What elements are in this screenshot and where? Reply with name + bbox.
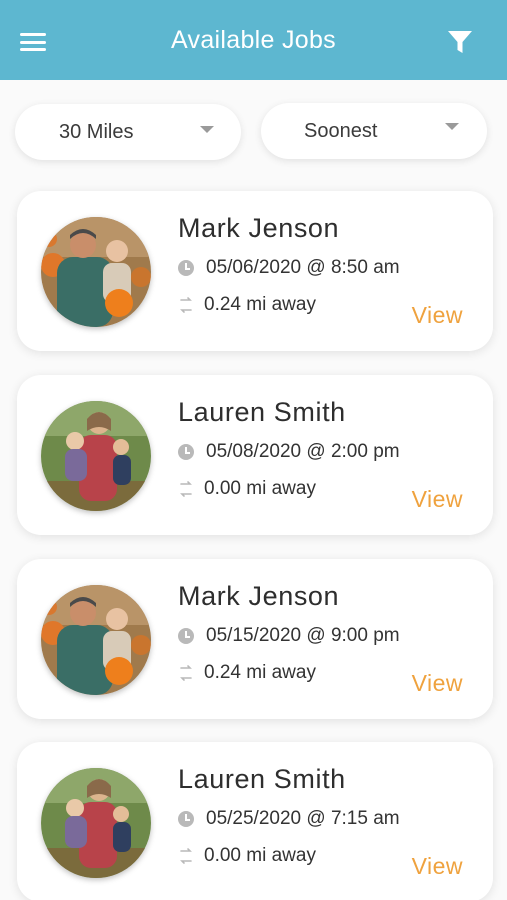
avatar-photo-woman xyxy=(41,768,151,878)
sort-dropdown[interactable]: Soonest xyxy=(261,103,487,159)
view-job-button[interactable]: View xyxy=(412,670,463,697)
job-card[interactable]: Lauren Smith 05/08/2020 @ 2:00 pm 0.00 m… xyxy=(17,375,493,535)
view-job-button[interactable]: View xyxy=(412,302,463,329)
job-datetime: 05/15/2020 @ 9:00 pm xyxy=(206,625,400,646)
job-card[interactable]: Mark Jenson 05/15/2020 @ 9:00 pm 0.24 mi… xyxy=(17,559,493,719)
distance-dropdown[interactable]: 30 Miles xyxy=(15,104,241,160)
view-job-button[interactable]: View xyxy=(412,853,463,880)
job-distance: 0.00 mi away xyxy=(204,478,316,499)
avatar xyxy=(41,401,151,511)
avatar-photo-man xyxy=(41,585,151,695)
job-distance: 0.00 mi away xyxy=(204,845,316,866)
sort-dropdown-value: Soonest xyxy=(304,119,378,142)
avatar-photo-woman xyxy=(41,401,151,511)
job-card[interactable]: Mark Jenson 05/06/2020 @ 8:50 am 0.24 mi… xyxy=(17,191,493,351)
route-icon xyxy=(180,848,192,864)
distance-dropdown-value: 30 Miles xyxy=(59,120,134,143)
page-title: Available Jobs xyxy=(171,25,336,54)
clock-icon xyxy=(178,260,194,276)
hamburger-menu-icon[interactable] xyxy=(20,33,46,51)
view-job-button[interactable]: View xyxy=(412,486,463,513)
avatar xyxy=(41,768,151,878)
job-distance-row: 0.00 mi away xyxy=(178,845,316,867)
clock-icon xyxy=(178,444,194,460)
job-name: Lauren Smith xyxy=(178,397,346,427)
job-card[interactable]: Lauren Smith 05/25/2020 @ 7:15 am 0.00 m… xyxy=(17,742,493,900)
job-distance-row: 0.24 mi away xyxy=(178,294,316,316)
job-distance-row: 0.24 mi away xyxy=(178,662,316,684)
app-header: Available Jobs xyxy=(0,0,507,80)
clock-icon xyxy=(178,811,194,827)
job-distance: 0.24 mi away xyxy=(204,662,316,683)
job-datetime: 05/06/2020 @ 8:50 am xyxy=(206,257,400,278)
job-datetime: 05/08/2020 @ 2:00 pm xyxy=(206,441,400,462)
job-distance: 0.24 mi away xyxy=(204,294,316,315)
filter-icon[interactable] xyxy=(447,30,473,54)
route-icon xyxy=(180,297,192,313)
job-datetime-row: 05/15/2020 @ 9:00 pm xyxy=(178,625,400,647)
clock-icon xyxy=(178,628,194,644)
job-datetime-row: 05/25/2020 @ 7:15 am xyxy=(178,808,400,830)
job-name: Mark Jenson xyxy=(178,581,340,611)
avatar-photo-man xyxy=(41,217,151,327)
job-name: Mark Jenson xyxy=(178,213,340,243)
chevron-down-icon xyxy=(200,126,214,133)
job-datetime: 05/25/2020 @ 7:15 am xyxy=(206,808,400,829)
job-datetime-row: 05/08/2020 @ 2:00 pm xyxy=(178,441,400,463)
chevron-down-icon xyxy=(445,123,459,130)
route-icon xyxy=(180,665,192,681)
avatar xyxy=(41,217,151,327)
route-icon xyxy=(180,481,192,497)
avatar xyxy=(41,585,151,695)
job-name: Lauren Smith xyxy=(178,764,346,794)
job-datetime-row: 05/06/2020 @ 8:50 am xyxy=(178,257,400,279)
job-distance-row: 0.00 mi away xyxy=(178,478,316,500)
